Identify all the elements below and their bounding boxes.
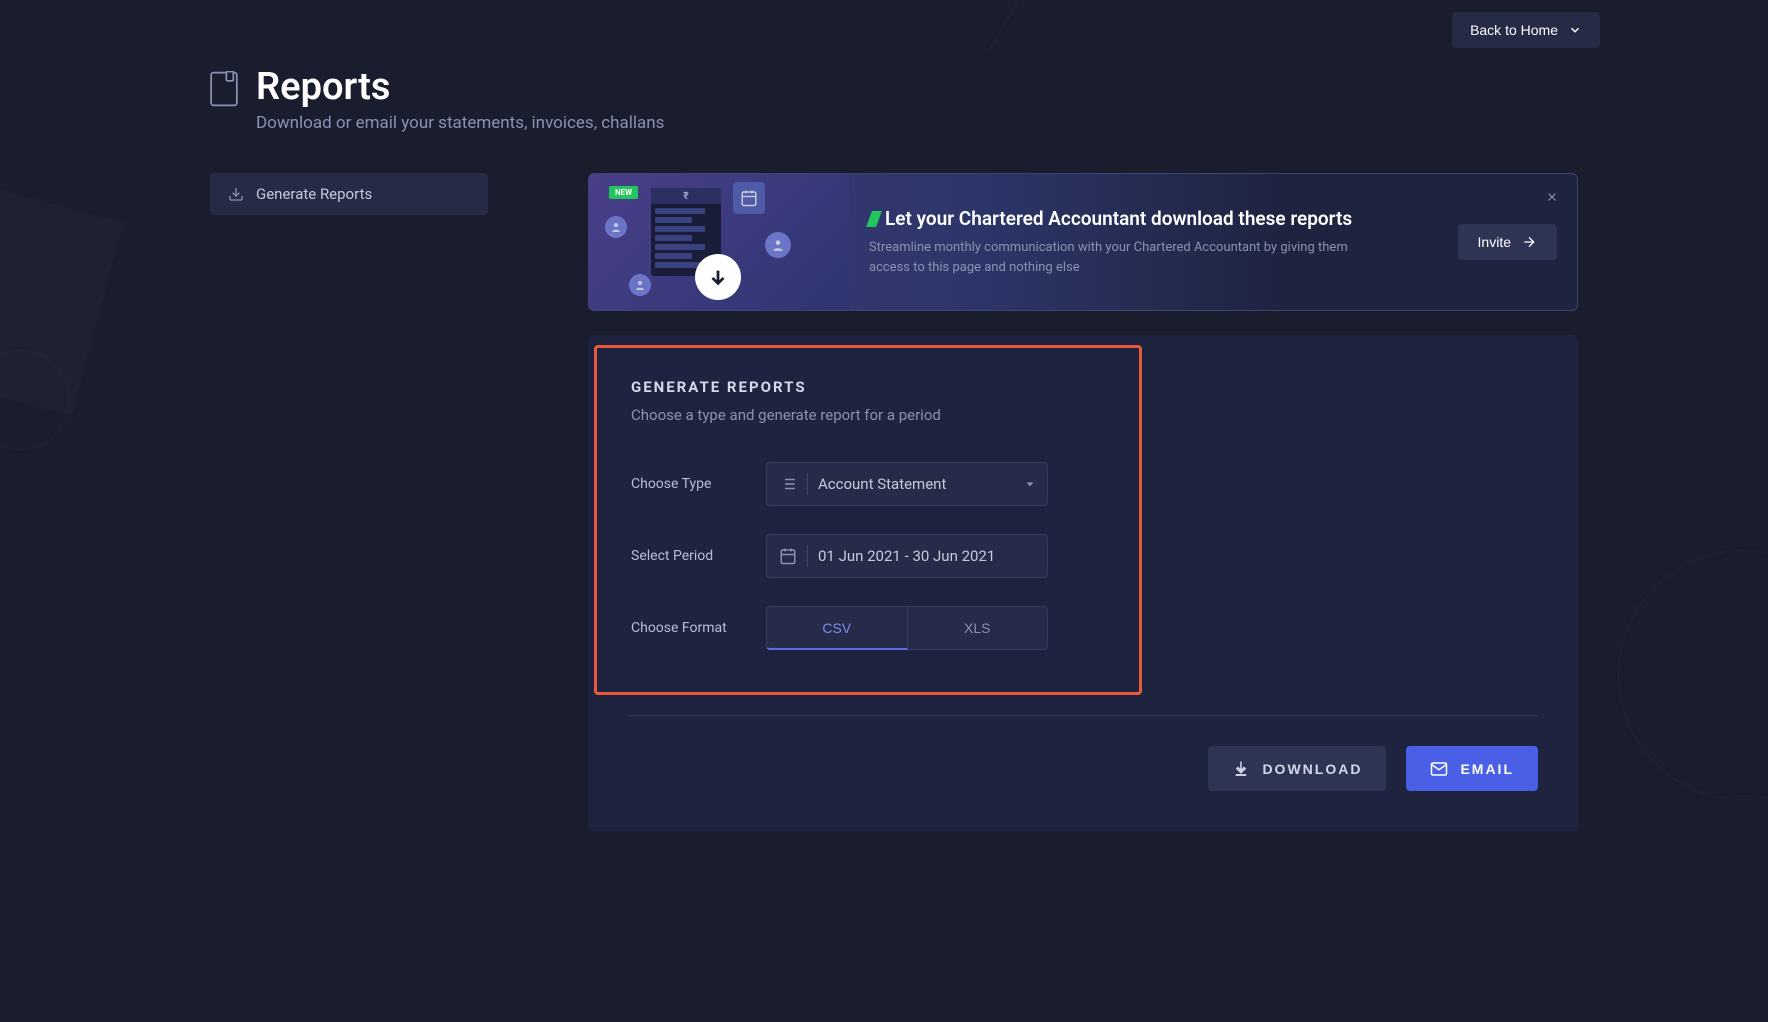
period-value: 01 Jun 2021 - 30 Jun 2021 (818, 547, 1035, 565)
report-type-value: Account Statement (818, 475, 1019, 493)
arrow-right-icon (1521, 234, 1537, 250)
select-period-row: Select Period (631, 534, 1105, 578)
page-header: Reports Download or email your statement… (210, 65, 1623, 133)
page-title: Reports (256, 65, 664, 109)
sidebar: Generate Reports (210, 173, 488, 831)
banner-illustration: NEW ₹ (589, 174, 849, 310)
person-icon (765, 232, 791, 258)
choose-format-row: Choose Format CSV XLS (631, 606, 1105, 650)
invite-button[interactable]: Invite (1458, 224, 1557, 260)
email-button[interactable]: EMAIL (1406, 746, 1538, 791)
chevron-down-icon (1568, 23, 1582, 37)
download-button-label: DOWNLOAD (1262, 761, 1362, 777)
person-icon (605, 216, 627, 238)
calendar-icon (779, 547, 797, 565)
download-button[interactable]: DOWNLOAD (1208, 746, 1386, 791)
select-period-label: Select Period (631, 548, 766, 564)
list-icon (779, 475, 797, 493)
section-title: GENERATE REPORTS (631, 378, 1105, 396)
calendar-icon (733, 182, 765, 214)
close-icon (1545, 190, 1559, 204)
back-to-home-label: Back to Home (1470, 22, 1558, 38)
format-xls-button[interactable]: XLS (908, 606, 1049, 650)
close-banner-button[interactable] (1541, 186, 1563, 211)
page-subtitle: Download or email your statements, invoi… (256, 113, 664, 133)
email-icon (1430, 760, 1448, 778)
person-icon (629, 274, 651, 296)
format-csv-button[interactable]: CSV (766, 606, 908, 650)
report-type-select[interactable]: Account Statement (766, 462, 1048, 506)
period-select[interactable]: 01 Jun 2021 - 30 Jun 2021 (766, 534, 1048, 578)
banner-title: Let your Chartered Accountant download t… (869, 207, 1438, 230)
sidebar-item-label: Generate Reports (256, 185, 372, 203)
caret-down-icon (1025, 479, 1035, 489)
back-to-home-button[interactable]: Back to Home (1452, 12, 1600, 48)
choose-type-label: Choose Type (631, 476, 766, 492)
choose-format-label: Choose Format (631, 620, 766, 636)
invite-button-label: Invite (1478, 234, 1511, 250)
new-badge: NEW (609, 186, 638, 199)
choose-type-row: Choose Type (631, 462, 1105, 506)
banner-title-text: Let your Chartered Accountant download t… (885, 207, 1352, 230)
download-icon (1232, 760, 1250, 778)
section-subtitle: Choose a type and generate report for a … (631, 406, 1105, 424)
download-circle-icon (695, 254, 741, 300)
email-button-label: EMAIL (1460, 761, 1514, 777)
report-icon (210, 71, 238, 107)
invite-banner: NEW ₹ (588, 173, 1578, 311)
sidebar-item-generate-reports[interactable]: Generate Reports (210, 173, 488, 215)
highlighted-form-area: GENERATE REPORTS Choose a type and gener… (594, 345, 1142, 695)
banner-description: Streamline monthly communication with yo… (869, 238, 1349, 277)
action-row: DOWNLOAD EMAIL (628, 715, 1538, 791)
rupee-symbol: ₹ (651, 188, 721, 204)
generate-reports-card: GENERATE REPORTS Choose a type and gener… (588, 335, 1578, 831)
format-toggle: CSV XLS (766, 606, 1048, 650)
download-icon (228, 186, 244, 202)
